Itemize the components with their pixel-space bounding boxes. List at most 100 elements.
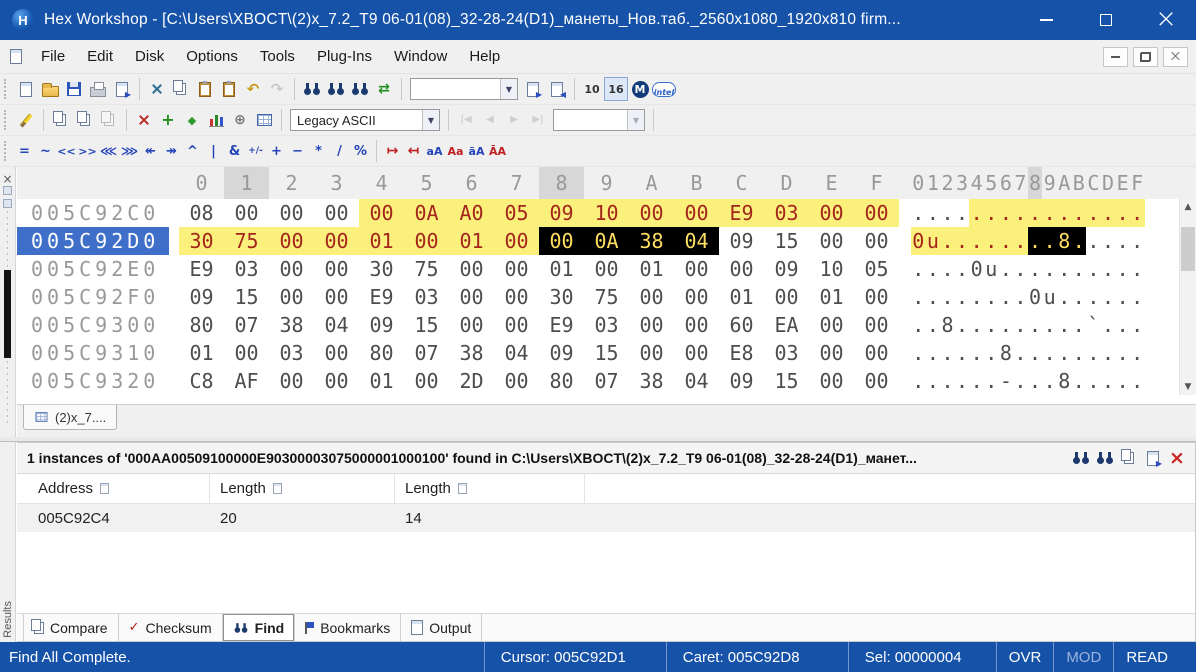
hex-byte[interactable]: 01 bbox=[449, 227, 494, 255]
goto-button[interactable]: ◆ bbox=[180, 108, 204, 132]
hex-byte[interactable]: 30 bbox=[359, 255, 404, 283]
ascii-char[interactable]: . bbox=[1086, 283, 1101, 311]
ascii-char[interactable]: . bbox=[940, 283, 955, 311]
row-address[interactable]: 005C92E0 bbox=[17, 255, 169, 283]
hex-byte[interactable]: 38 bbox=[449, 339, 494, 367]
ascii-char[interactable]: . bbox=[1130, 311, 1145, 339]
ascii-char[interactable]: . bbox=[1028, 339, 1043, 367]
base-16-toggle[interactable]: 16 bbox=[604, 77, 628, 101]
hex-byte[interactable]: 00 bbox=[269, 283, 314, 311]
mdi-minimize-button[interactable] bbox=[1103, 47, 1128, 67]
hex-byte[interactable]: 04 bbox=[494, 339, 539, 367]
ascii-char[interactable]: . bbox=[1072, 339, 1087, 367]
hex-byte[interactable]: 00 bbox=[314, 367, 359, 395]
scroll-thumb[interactable] bbox=[1181, 227, 1195, 271]
cut-button[interactable] bbox=[145, 77, 169, 101]
hex-byte[interactable]: 00 bbox=[359, 199, 404, 227]
ascii-char[interactable]: . bbox=[1086, 199, 1101, 227]
ascii-char[interactable]: . bbox=[1072, 367, 1087, 395]
results-tab-output[interactable]: Output bbox=[401, 614, 482, 641]
menu-tools[interactable]: Tools bbox=[249, 48, 306, 65]
hex-byte[interactable]: 04 bbox=[674, 227, 719, 255]
copy-button[interactable] bbox=[169, 77, 193, 101]
hex-byte[interactable]: 00 bbox=[269, 199, 314, 227]
ascii-char[interactable]: . bbox=[1072, 199, 1087, 227]
ascii-char[interactable]: . bbox=[1013, 311, 1028, 339]
ascii-char[interactable]: . bbox=[984, 339, 999, 367]
window-maximize-button[interactable] bbox=[1076, 0, 1136, 40]
hex-byte[interactable]: 09 bbox=[764, 255, 809, 283]
ascii-char[interactable]: . bbox=[1086, 367, 1101, 395]
hex-byte[interactable]: 00 bbox=[494, 255, 539, 283]
hex-byte[interactable]: 00 bbox=[854, 339, 899, 367]
document-tab[interactable]: (2)x_7.... bbox=[23, 405, 117, 430]
hex-byte[interactable]: 15 bbox=[404, 311, 449, 339]
jump-backward-button[interactable]: ↤ bbox=[403, 139, 424, 163]
results-tab-bookmarks[interactable]: Bookmarks bbox=[295, 614, 401, 641]
menu-plugins[interactable]: Plug-Ins bbox=[306, 48, 383, 65]
hex-byte[interactable]: 80 bbox=[179, 311, 224, 339]
result-row[interactable]: 005C92C42014 bbox=[17, 504, 1195, 532]
ascii-char[interactable]: u bbox=[984, 255, 999, 283]
copy-special-button[interactable] bbox=[73, 108, 97, 132]
ascii-char[interactable]: . bbox=[1028, 199, 1043, 227]
hex-byte[interactable]: 00 bbox=[224, 199, 269, 227]
jump-forward-button[interactable]: ↦ bbox=[382, 139, 403, 163]
ascii-char[interactable]: . bbox=[969, 339, 984, 367]
ascii-char[interactable]: . bbox=[984, 199, 999, 227]
hex-byte[interactable]: 00 bbox=[404, 227, 449, 255]
op-roll-left-button[interactable]: ↞ bbox=[140, 139, 161, 163]
ascii-char[interactable]: . bbox=[955, 339, 970, 367]
print-preview-button[interactable] bbox=[110, 77, 134, 101]
ascii-char[interactable]: . bbox=[1042, 311, 1057, 339]
hex-byte[interactable]: 04 bbox=[674, 367, 719, 395]
hex-byte[interactable]: 00 bbox=[809, 311, 854, 339]
hex-byte[interactable]: 01 bbox=[359, 227, 404, 255]
hex-byte[interactable]: 00 bbox=[629, 339, 674, 367]
hex-byte[interactable]: E8 bbox=[719, 339, 764, 367]
ascii-char[interactable]: u bbox=[926, 227, 941, 255]
find-forward-button[interactable] bbox=[324, 77, 348, 101]
ascii-char[interactable]: ` bbox=[1086, 311, 1101, 339]
hex-byte[interactable]: 00 bbox=[629, 199, 674, 227]
op-add-button[interactable]: + bbox=[266, 139, 287, 163]
mdi-restore-button[interactable] bbox=[1133, 47, 1158, 67]
hex-byte[interactable]: 00 bbox=[764, 283, 809, 311]
ascii-char[interactable]: . bbox=[1101, 339, 1116, 367]
intel-byte-order-button[interactable] bbox=[652, 77, 676, 101]
ascii-char[interactable]: 0 bbox=[1028, 283, 1043, 311]
base-10-toggle[interactable]: 10 bbox=[580, 77, 604, 101]
hex-byte[interactable]: 00 bbox=[314, 227, 359, 255]
menu-disk[interactable]: Disk bbox=[124, 48, 175, 65]
hex-byte[interactable]: 01 bbox=[809, 283, 854, 311]
ascii-char[interactable]: . bbox=[1042, 227, 1057, 255]
ascii-char[interactable]: . bbox=[999, 227, 1014, 255]
row-address[interactable]: 005C9320 bbox=[17, 367, 169, 395]
ascii-char[interactable]: . bbox=[1130, 339, 1145, 367]
vertical-scrollbar[interactable] bbox=[1179, 199, 1196, 395]
ascii-char[interactable]: . bbox=[1057, 311, 1072, 339]
scroll-up-arrow[interactable] bbox=[1180, 199, 1196, 215]
ascii-char[interactable]: . bbox=[1115, 227, 1130, 255]
ascii-char[interactable]: . bbox=[926, 311, 941, 339]
ascii-char[interactable]: . bbox=[1028, 367, 1043, 395]
hex-byte[interactable]: E9 bbox=[359, 283, 404, 311]
goto-next-button[interactable]: ▶ bbox=[502, 108, 526, 132]
ascii-char[interactable]: 8 bbox=[1057, 367, 1072, 395]
hex-byte[interactable]: 03 bbox=[224, 255, 269, 283]
hex-byte[interactable]: 07 bbox=[224, 311, 269, 339]
ascii-char[interactable]: . bbox=[984, 311, 999, 339]
ascii-char[interactable]: . bbox=[940, 255, 955, 283]
ascii-char[interactable]: . bbox=[1130, 227, 1145, 255]
ascii-char[interactable]: . bbox=[940, 227, 955, 255]
hex-byte[interactable]: 01 bbox=[539, 255, 584, 283]
ascii-char[interactable]: . bbox=[999, 255, 1014, 283]
hex-byte[interactable]: 75 bbox=[404, 255, 449, 283]
sidebar-icon-2[interactable] bbox=[3, 199, 12, 208]
ascii-char[interactable]: . bbox=[1086, 339, 1101, 367]
hex-byte[interactable]: 30 bbox=[179, 227, 224, 255]
ascii-char[interactable]: . bbox=[969, 199, 984, 227]
hex-byte[interactable]: 15 bbox=[764, 227, 809, 255]
encoding-combo[interactable]: Legacy ASCII bbox=[290, 109, 440, 131]
hex-byte[interactable]: 00 bbox=[809, 367, 854, 395]
